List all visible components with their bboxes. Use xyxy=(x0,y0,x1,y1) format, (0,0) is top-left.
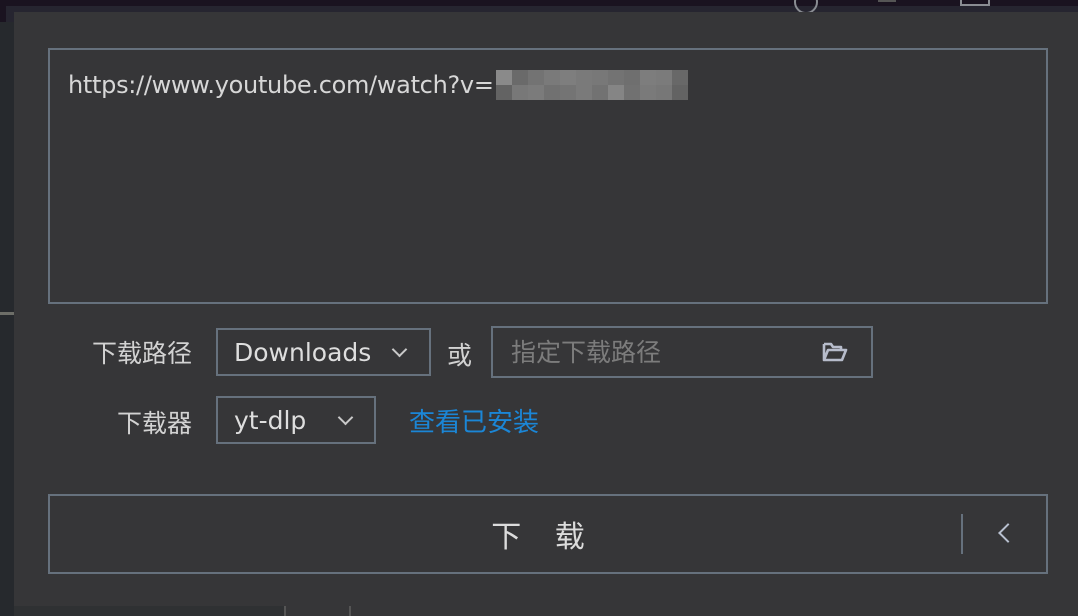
expand-options-button[interactable] xyxy=(963,496,1048,572)
url-text: https://www.youtube.com/watch?v= xyxy=(68,70,688,100)
sidebar-marker xyxy=(0,312,14,315)
custom-path-field[interactable] xyxy=(491,326,873,378)
bottom-divider xyxy=(284,606,286,616)
redaction-pixel xyxy=(559,85,576,100)
chevron-down-icon xyxy=(337,409,354,426)
redaction-pixel xyxy=(607,85,624,100)
redaction-pixel xyxy=(527,70,544,85)
redaction-pixel xyxy=(495,70,512,85)
chevron-down-icon xyxy=(391,341,408,358)
redaction-pixel xyxy=(575,70,592,85)
redaction-pixel xyxy=(607,70,624,85)
download-path-label: 下载路径 xyxy=(91,339,192,368)
redaction-pixel xyxy=(543,70,560,85)
url-value: https://www.youtube.com/watch?v= xyxy=(68,71,494,99)
bottom-divider xyxy=(349,606,351,616)
bottom-toolbar-peek xyxy=(14,606,284,616)
redaction-pixel xyxy=(623,70,640,85)
redaction-pixel xyxy=(671,70,688,85)
url-input[interactable]: https://www.youtube.com/watch?v= xyxy=(48,48,1048,304)
redaction-pixel xyxy=(639,70,656,85)
redaction-pixel xyxy=(591,70,608,85)
redaction-pixel xyxy=(511,85,528,100)
download-button-group: 下 载 xyxy=(48,494,1048,574)
download-button[interactable]: 下 载 xyxy=(50,496,958,572)
download-path-select[interactable]: Downloads xyxy=(216,328,431,376)
downloader-select[interactable]: yt-dlp xyxy=(216,396,376,444)
redaction-pixel xyxy=(495,85,512,100)
grid-icon[interactable] xyxy=(878,0,896,2)
redaction-pixel xyxy=(511,70,528,85)
chevron-left-icon xyxy=(998,523,1018,543)
redaction-pixel xyxy=(623,85,640,100)
redaction-pixel xyxy=(575,85,592,100)
left-sidebar-edge xyxy=(0,22,14,616)
redaction-pixel xyxy=(639,85,656,100)
redaction-pixel xyxy=(655,85,672,100)
redaction-pixel xyxy=(543,85,560,100)
custom-path-input[interactable] xyxy=(509,336,813,368)
downloader-label: 下载器 xyxy=(116,409,192,438)
redaction-pixel xyxy=(655,70,672,85)
or-label: 或 xyxy=(447,341,473,370)
redaction-pixel xyxy=(559,70,576,85)
download-path-selected: Downloads xyxy=(234,337,372,367)
downloader-selected: yt-dlp xyxy=(234,405,307,435)
redaction-pixel xyxy=(527,85,544,100)
redaction-pixel xyxy=(591,85,608,100)
redaction-pixel xyxy=(671,85,688,100)
view-installed-link[interactable]: 查看已安装 xyxy=(409,402,539,439)
redacted-video-id xyxy=(495,70,688,100)
window-icon[interactable] xyxy=(960,0,990,6)
folder-open-icon[interactable] xyxy=(821,340,849,364)
